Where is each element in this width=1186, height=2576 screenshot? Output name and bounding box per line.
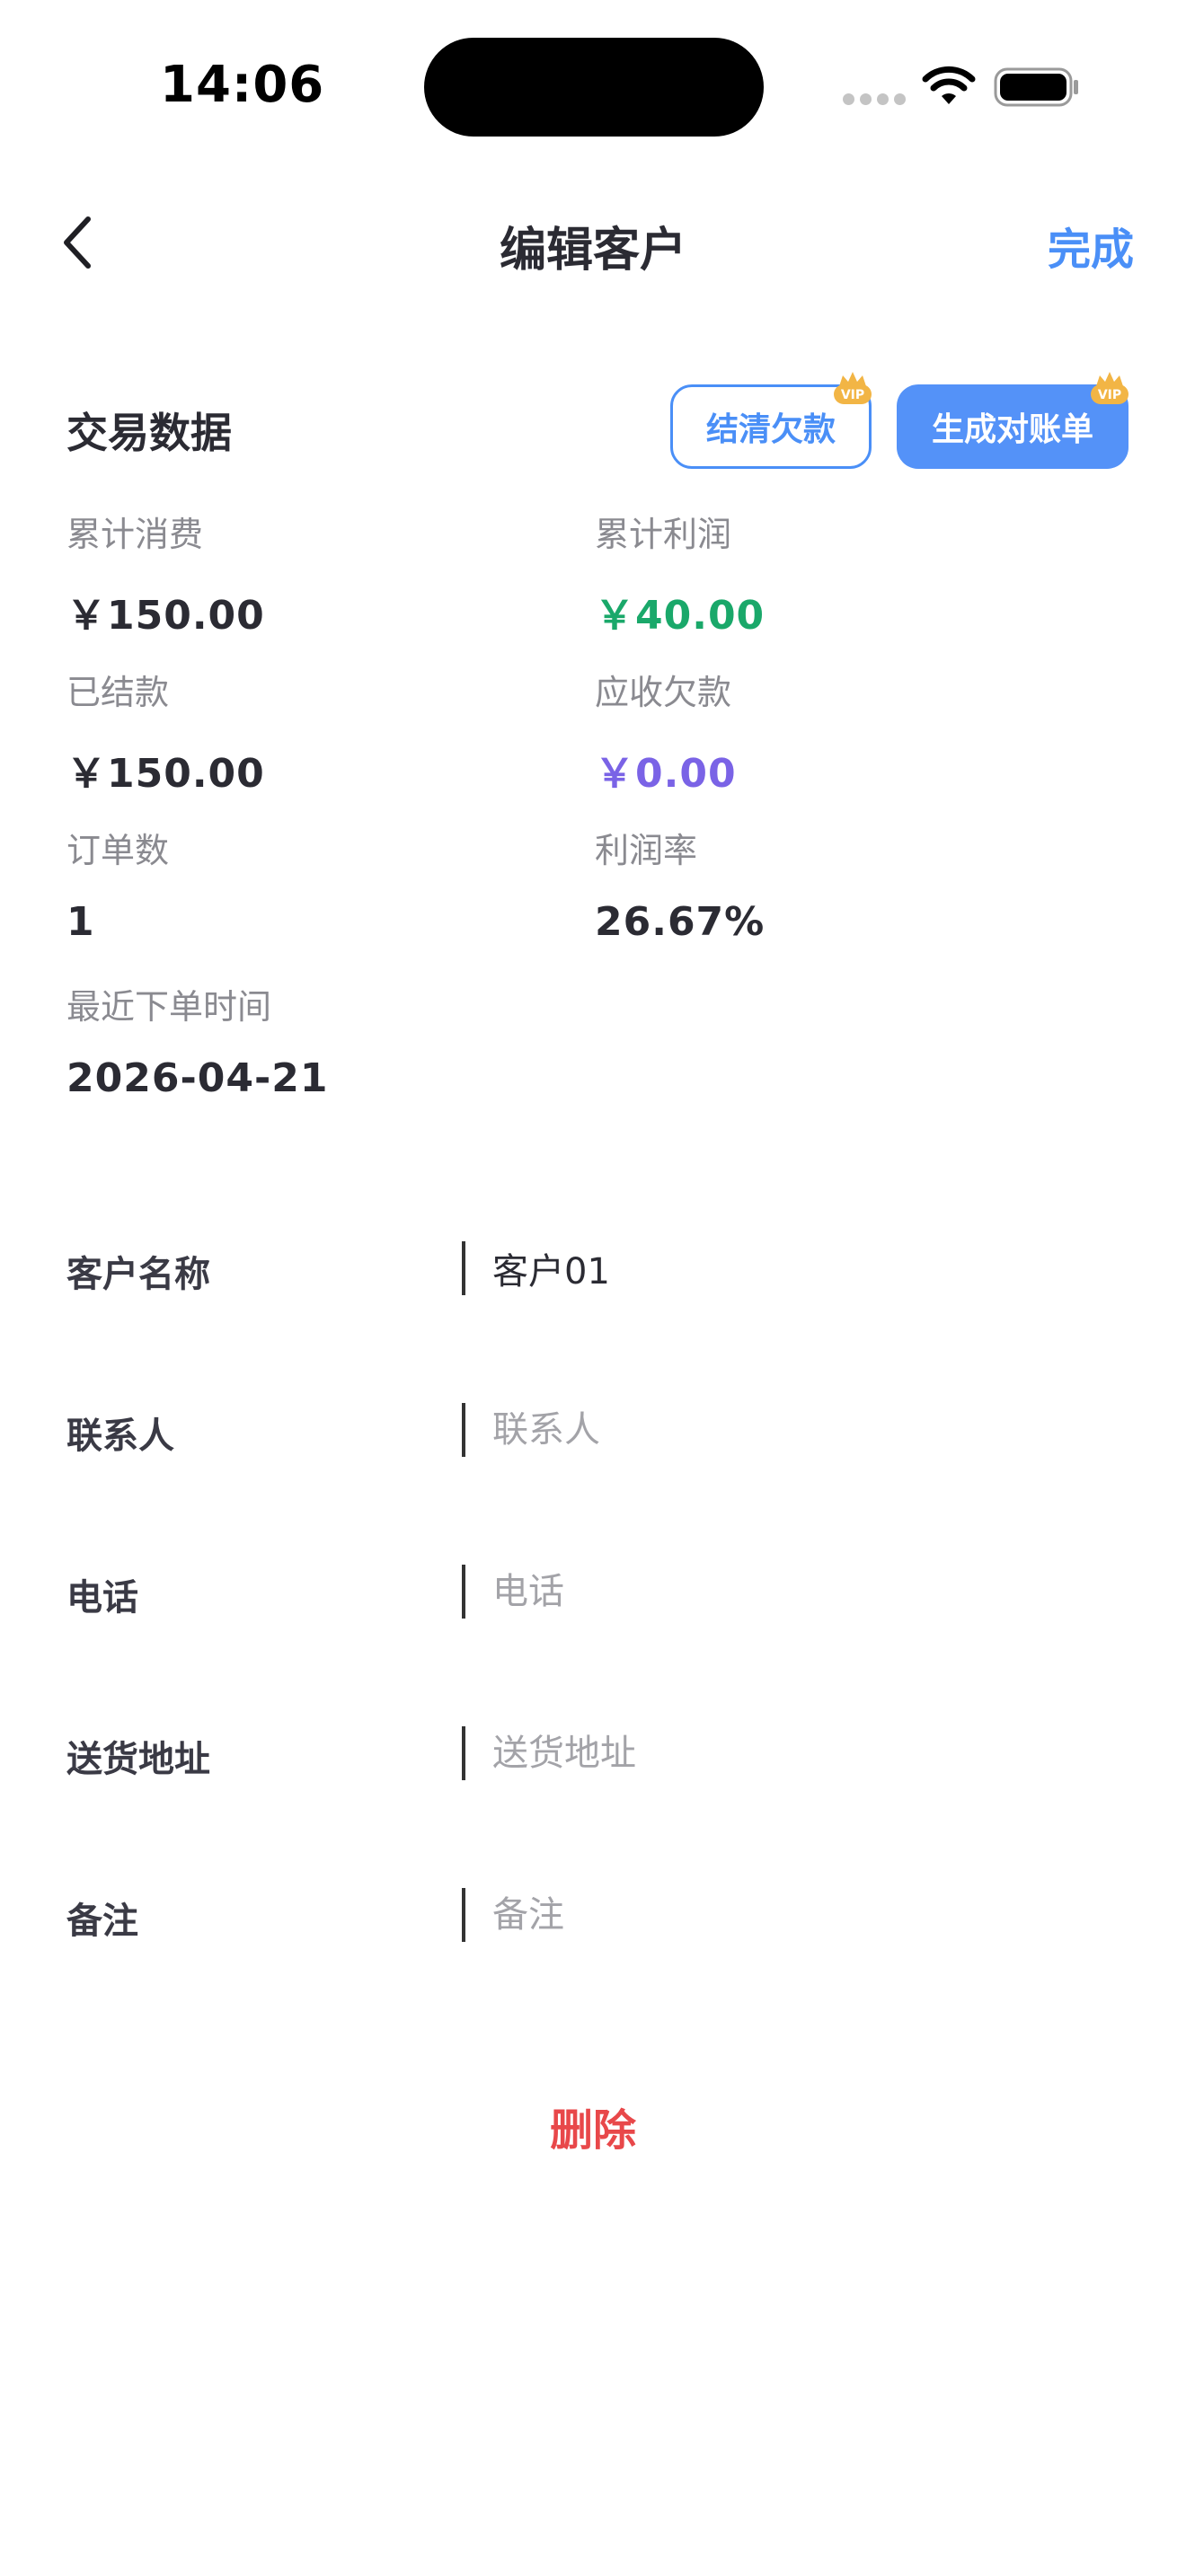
stat-last-order-date: 最近下单时间 2026-04-21 [66,979,328,1101]
stat-label: 订单数 [66,831,170,870]
svg-text:VIP: VIP [1098,388,1121,402]
wifi-icon [922,66,976,104]
stat-label: 已结款 [66,673,170,712]
address-label: 送货地址 [66,1739,210,1780]
contact-input[interactable] [492,1398,1121,1462]
remark-input[interactable] [492,1883,1121,1947]
customer-name-label: 客户名称 [66,1254,210,1295]
input-cursor-divider [462,1241,465,1295]
stat-value: 1 [66,899,95,945]
delete-button[interactable]: 删除 [0,2095,1186,2157]
stat-value: 2026-04-21 [66,1055,329,1101]
input-cursor-divider [462,1888,465,1942]
status-bar: 14:06 [0,0,1186,180]
form-row-customer-name: 客户名称 [0,1214,1186,1322]
dynamic-island [424,38,764,137]
input-cursor-divider [462,1403,465,1457]
settle-debt-label: 结清欠款 [705,411,836,448]
stat-label: 利润率 [595,831,698,870]
svg-text:VIP: VIP [841,388,864,402]
form-row-contact: 联系人 [0,1376,1186,1484]
stat-label: 累计利润 [595,515,732,554]
customer-name-input[interactable] [492,1236,1121,1301]
stat-profit-rate: 利润率 26.67% [595,823,765,945]
stat-label: 累计消费 [66,515,204,554]
stat-label: 最近下单时间 [66,987,272,1027]
battery-icon [994,67,1078,107]
vip-crown-icon: VIP [1091,372,1128,404]
stat-value: ￥0.00 [595,751,737,797]
cellular-signal-icon [843,93,906,106]
contact-label: 联系人 [66,1416,174,1457]
stat-value: 26.67% [595,899,766,945]
stat-label: 应收欠款 [595,673,732,712]
done-button[interactable]: 完成 [1048,214,1134,277]
form-row-phone: 电话 [0,1538,1186,1645]
stat-value: ￥150.00 [66,751,265,797]
address-input[interactable] [492,1721,1121,1786]
stat-total-spend: 累计消费 ￥150.00 [66,507,265,640]
stat-value: ￥40.00 [595,593,766,639]
form-row-address: 送货地址 [0,1699,1186,1807]
vip-crown-icon: VIP [834,372,872,404]
section-title-trade-data: 交易数据 [66,409,232,457]
remark-label: 备注 [66,1901,138,1942]
stat-value: ￥150.00 [66,593,265,639]
stat-total-profit: 累计利润 ￥40.00 [595,507,765,640]
input-cursor-divider [462,1726,465,1780]
phone-label: 电话 [66,1577,138,1619]
status-time: 14:06 [160,56,325,114]
stat-receivable: 应收欠款 ￥0.00 [595,665,737,798]
stat-settled: 已结款 ￥150.00 [66,665,265,798]
page-title: 编辑客户 [499,224,686,278]
generate-statement-label: 生成对账单 [931,411,1093,448]
form-row-remark: 备注 [0,1861,1186,1969]
stat-order-count: 订单数 1 [66,823,169,945]
phone-input[interactable] [492,1559,1121,1624]
input-cursor-divider [462,1565,465,1619]
